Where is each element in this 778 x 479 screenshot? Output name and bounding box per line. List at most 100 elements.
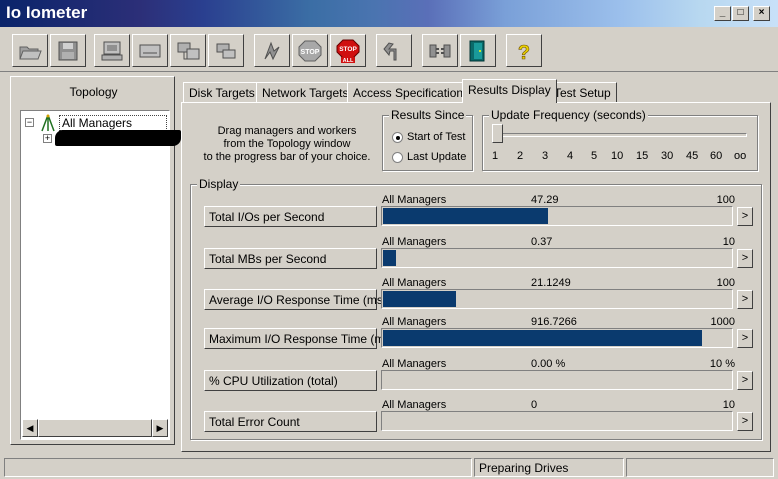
row-progress-bar [381,248,733,268]
frequency-slider-track[interactable] [493,133,747,137]
row-max: 100 [716,277,735,289]
scroll-left-button[interactable]: ◀ [22,419,38,437]
tab-network-targets[interactable]: Network Targets [256,82,355,103]
exit-button[interactable] [460,34,496,67]
row-progress-bar [381,328,733,348]
close-button[interactable]: × [753,6,770,21]
start-network-worker-icon [139,44,161,57]
row-progress-bar [381,370,733,390]
row-value: 0.00 % [531,358,566,370]
row-value: 916.7266 [531,316,577,328]
results-since-title: Results Since [389,108,467,122]
row-expand-button[interactable]: > [737,207,753,226]
row-max: 10 % [709,358,735,370]
status-cell-progress: Preparing Drives [474,458,624,477]
row-metric-button[interactable]: Maximum I/O Response Time (ms) [204,328,394,349]
tree-item-all-managers[interactable]: All Managers [59,115,167,131]
topology-title: Topology [69,85,118,99]
results-since-group: Results Since Start of Test Last Update [382,108,473,171]
row-expand-button[interactable]: > [737,249,753,268]
new-manager-icon [216,43,236,58]
tab-test-setup[interactable]: Test Setup [548,82,617,103]
frequency-ticks: 1 2 3 4 5 10 15 30 45 60 oo [492,150,747,162]
reset-workers-button[interactable] [376,34,412,67]
display-row: All Managers 916.7266 1000 Maximum I/O Resp… [191,316,763,356]
radio-button[interactable] [392,131,403,143]
tree-expand-toggle[interactable]: + [43,134,52,143]
topology-tree[interactable]: − All Managers + ◀ ▶ [20,110,181,440]
row-metric-button[interactable]: % CPU Utilization (total) [204,370,377,391]
radio-button[interactable] [392,151,403,163]
new-manager-button[interactable] [208,34,244,67]
save-button[interactable] [50,34,86,67]
tab-disk-targets[interactable]: Disk Targets [183,82,261,103]
disconnect-workers-button[interactable] [422,34,458,67]
redacted-manager-name[interactable] [55,130,181,146]
tab-access-specifications[interactable]: Access Specifications [347,82,476,103]
row-target: All Managers [382,358,447,370]
svg-text:STOP: STOP [301,49,320,56]
tree-horizontal-scrollbar[interactable]: ◀ ▶ [22,419,168,437]
status-bar: Preparing Drives [0,456,778,479]
row-metric-button[interactable]: Total I/Os per Second [204,206,377,227]
start-tests-icon [264,41,280,60]
duplicate-worker-button[interactable] [170,34,206,67]
row-expand-button[interactable]: > [737,412,753,431]
display-group: Display All Managers 47.29 100 Total I/Os p… [190,177,763,440]
row-value: 47.29 [531,194,559,206]
row-progress-bar [381,206,733,226]
display-row: All Managers 0.00 % 10 % % CPU Utilization … [191,358,763,398]
start-network-worker-button[interactable] [132,34,168,67]
exit-icon [469,40,485,61]
tab-results-display[interactable]: Results Display [462,79,557,103]
start-disk-worker-button[interactable] [94,34,130,67]
minimize-button[interactable]: _ [714,6,731,21]
display-row: All Managers 0 10 Total Error Count > [191,399,763,439]
maximize-button[interactable]: □ [732,6,749,21]
radio-start-of-test[interactable]: Start of Test [392,131,466,143]
row-target: All Managers [382,399,447,411]
row-progress-fill [383,330,702,346]
stop-all-button[interactable]: STOP ALL [330,34,366,67]
instructions: Drag managers and workers from the Topol… [203,125,371,163]
row-metric-button[interactable]: Total MBs per Second [204,248,377,269]
stop-button[interactable]: STOP [292,34,328,67]
start-tests-button[interactable] [254,34,290,67]
scroll-thumb[interactable] [38,419,152,437]
row-progress-fill [383,250,396,266]
row-progress-bar [381,411,733,431]
row-metric-button[interactable]: Average I/O Response Time (ms) [204,289,387,310]
update-frequency-group: Update Frequency (seconds) 1 2 3 4 5 10 … [482,108,758,171]
display-row: All Managers 0.37 10 Total MBs per Second > [191,236,763,276]
row-max: 10 [722,236,735,248]
svg-text:ALL: ALL [343,58,354,63]
scroll-right-button[interactable]: ▶ [152,419,168,437]
title-bar: Io Iometer _ □ × [0,0,778,27]
status-cell-left [4,458,472,477]
update-frequency-title: Update Frequency (seconds) [489,108,648,122]
frequency-slider-thumb[interactable] [492,124,503,143]
row-progress-fill [383,291,456,307]
tree-collapse-toggle[interactable]: − [25,118,34,127]
row-expand-button[interactable]: > [737,290,753,309]
radio-last-update[interactable]: Last Update [392,151,466,163]
row-target: All Managers [382,277,447,289]
help-button[interactable]: ? [506,34,542,67]
row-expand-button[interactable]: > [737,329,753,348]
window-title: Io Iometer [6,3,88,22]
open-button[interactable] [12,34,48,67]
row-value: 0.37 [531,236,553,248]
row-value: 21.1249 [531,277,571,289]
display-title: Display [197,177,241,191]
row-progress-bar [381,289,733,309]
display-row: All Managers 21.1249 100 Average I/O Respon… [191,277,763,317]
display-row: All Managers 47.29 100 Total I/Os per Secon… [191,194,763,234]
row-value: 0 [531,399,538,411]
row-metric-button[interactable]: Total Error Count [204,411,377,432]
row-target: All Managers [382,194,447,206]
tab-control: Disk Targets Network Targets Access Spec… [178,79,772,452]
start-disk-worker-icon [101,41,123,60]
row-expand-button[interactable]: > [737,371,753,390]
stop-icon: STOP [298,40,322,61]
open-icon [19,46,42,59]
